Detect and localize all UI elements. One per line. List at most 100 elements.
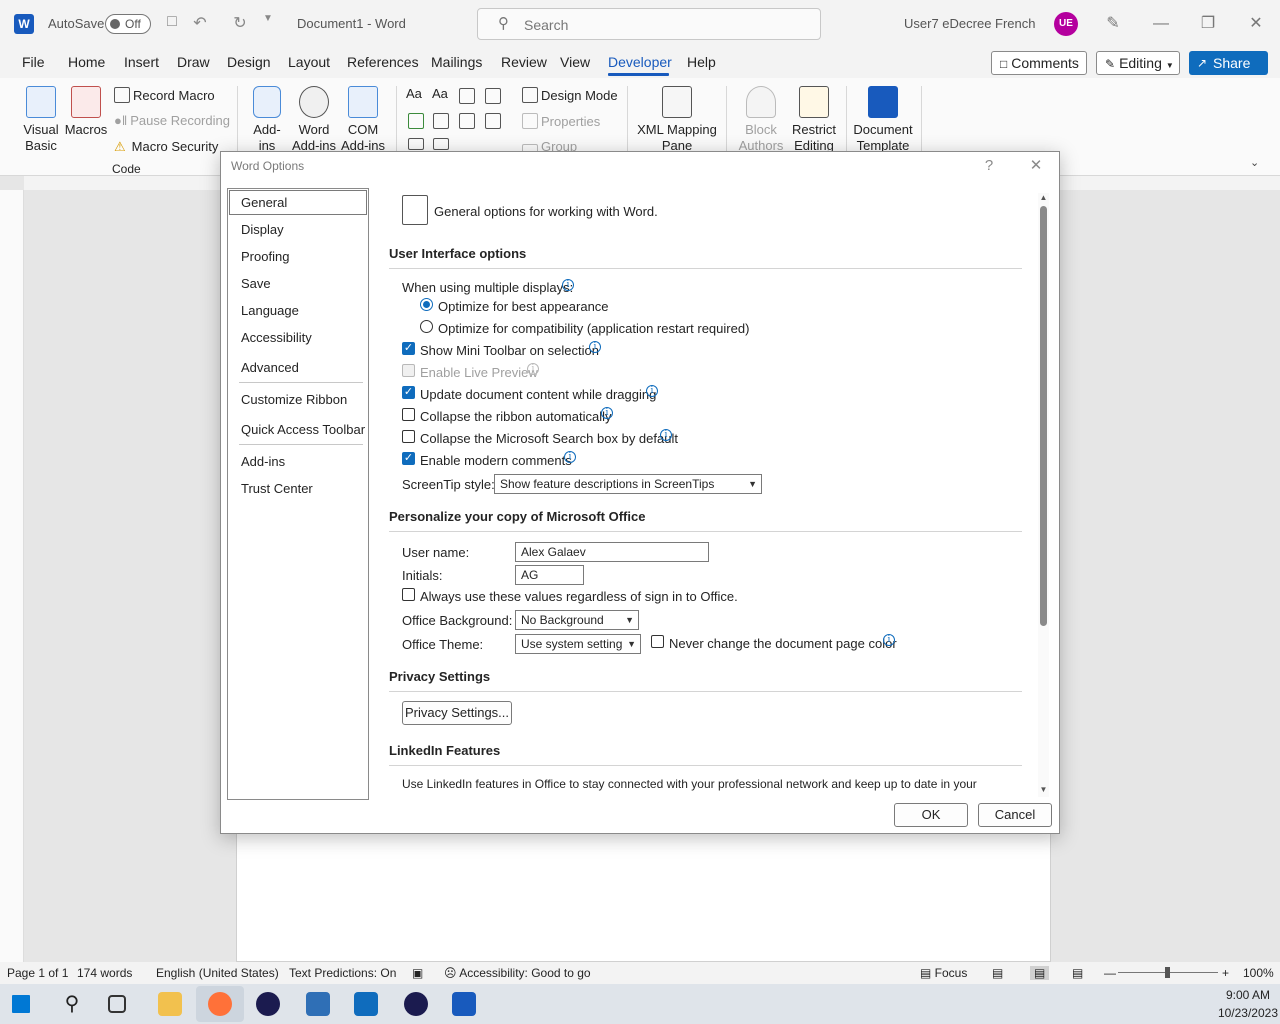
optimize-compat-label[interactable]: Optimize for compatibility (application …: [438, 321, 749, 336]
tab-draw[interactable]: Draw: [177, 54, 210, 70]
nav-trust-center[interactable]: Trust Center: [241, 481, 313, 496]
update-dragging-checkbox[interactable]: ✓: [402, 386, 415, 399]
nav-general[interactable]: General: [241, 195, 287, 210]
username-input[interactable]: Alex Galaev: [515, 542, 709, 562]
powershell-icon[interactable]: [306, 992, 330, 1016]
nav-quick-access-toolbar[interactable]: Quick Access Toolbar: [241, 422, 365, 437]
nav-accessibility[interactable]: Accessibility: [241, 330, 312, 345]
design-mode-button[interactable]: Design Mode: [522, 87, 618, 104]
help-icon[interactable]: ?: [977, 155, 1001, 177]
nav-proofing[interactable]: Proofing: [241, 249, 289, 264]
collapse-ribbon-checkbox[interactable]: [402, 408, 415, 421]
collapse-ribbon-label[interactable]: Collapse the ribbon automatically: [420, 409, 612, 424]
undo-icon[interactable]: ↶: [190, 13, 210, 35]
optimize-best-radio[interactable]: [420, 298, 433, 311]
customize-qat-icon[interactable]: ▼: [258, 13, 278, 35]
cancel-button[interactable]: Cancel: [978, 803, 1052, 827]
nav-save[interactable]: Save: [241, 276, 271, 291]
ok-button[interactable]: OK: [894, 803, 968, 827]
scrollbar-thumb[interactable]: [1040, 206, 1047, 626]
update-dragging-label[interactable]: Update document content while dragging: [420, 387, 656, 402]
tab-view[interactable]: View: [560, 54, 590, 70]
macros-button[interactable]: Macros: [64, 86, 108, 138]
task-view-icon[interactable]: [108, 995, 126, 1013]
collapse-search-label[interactable]: Collapse the Microsoft Search box by def…: [420, 431, 678, 446]
tab-references[interactable]: References: [347, 54, 419, 70]
minimize-icon[interactable]: —: [1146, 12, 1176, 36]
tab-developer[interactable]: Developer: [608, 54, 672, 70]
firefox-icon[interactable]: [208, 992, 232, 1016]
modern-comments-label[interactable]: Enable modern comments: [420, 453, 572, 468]
macro-security-button[interactable]: ⚠ Macro Security: [114, 139, 218, 155]
tab-insert[interactable]: Insert: [124, 54, 159, 70]
com-add-ins-button[interactable]: COM Add-ins: [340, 86, 386, 154]
text-predictions-status[interactable]: Text Predictions: On: [289, 966, 396, 980]
start-icon[interactable]: [12, 995, 30, 1013]
nav-customize-ribbon[interactable]: Customize Ribbon: [241, 392, 347, 407]
webex-icon[interactable]: [256, 992, 280, 1016]
record-macro-button[interactable]: Record Macro: [114, 87, 215, 104]
mini-toolbar-checkbox[interactable]: ✓: [402, 342, 415, 355]
editing-button[interactable]: ✎ Editing ▼: [1096, 51, 1180, 75]
info-icon[interactable]: i: [646, 385, 658, 397]
clock-time[interactable]: 9:00 AM: [1200, 988, 1270, 1002]
word-taskbar-icon[interactable]: [452, 992, 476, 1016]
zoom-level[interactable]: 100%: [1243, 966, 1274, 980]
tab-mailings[interactable]: Mailings: [431, 54, 482, 70]
share-button[interactable]: ↗ Share: [1189, 51, 1268, 75]
user-name[interactable]: User7 eDecree French: [904, 16, 1036, 31]
info-icon[interactable]: i: [564, 451, 576, 463]
nav-advanced[interactable]: Advanced: [241, 360, 299, 375]
web-layout-icon[interactable]: ▤: [1072, 966, 1083, 980]
office-background-dropdown[interactable]: No Background ▼: [515, 610, 639, 630]
save-icon[interactable]: □: [162, 13, 182, 35]
close-window-icon[interactable]: ✕: [1241, 12, 1271, 36]
optimize-best-label[interactable]: Optimize for best appearance: [438, 299, 609, 314]
add-ins-button[interactable]: Add-ins: [250, 86, 284, 154]
tab-help[interactable]: Help: [687, 54, 716, 70]
focus-button[interactable]: ▤ Focus: [920, 966, 967, 980]
zoom-slider-thumb[interactable]: [1165, 967, 1170, 978]
info-icon[interactable]: i: [660, 429, 672, 441]
nav-language[interactable]: Language: [241, 303, 299, 318]
never-change-page-color-checkbox[interactable]: [651, 635, 664, 648]
macro-status-icon[interactable]: ▣: [412, 966, 423, 980]
collapse-search-checkbox[interactable]: [402, 430, 415, 443]
collapse-ribbon-icon[interactable]: ⌄: [1250, 156, 1259, 169]
document-template-button[interactable]: Document Template: [852, 86, 914, 154]
plain-text-control-icon[interactable]: Aa: [432, 86, 448, 101]
info-icon[interactable]: i: [883, 634, 895, 646]
checkbox-control-icon[interactable]: [408, 113, 424, 129]
avatar[interactable]: UE: [1054, 12, 1078, 36]
date-picker-icon[interactable]: [485, 113, 501, 129]
restore-icon[interactable]: ❐: [1193, 12, 1223, 36]
privacy-settings-button[interactable]: Privacy Settings...: [402, 701, 512, 725]
always-use-checkbox[interactable]: [402, 588, 415, 601]
building-block-icon[interactable]: [485, 88, 501, 104]
search-taskbar-icon[interactable]: ⚲: [60, 992, 84, 1016]
tab-layout[interactable]: Layout: [288, 54, 330, 70]
optimize-compat-radio[interactable]: [420, 320, 433, 333]
redo-icon[interactable]: ↻: [230, 13, 250, 35]
info-icon[interactable]: i: [601, 407, 613, 419]
xml-mapping-pane-button[interactable]: XML Mapping Pane: [636, 86, 718, 154]
info-icon[interactable]: i: [589, 341, 601, 353]
dropdown-list-icon[interactable]: [459, 113, 475, 129]
picture-control-icon[interactable]: [459, 88, 475, 104]
nav-display[interactable]: Display: [241, 222, 284, 237]
initials-input[interactable]: AG: [515, 565, 584, 585]
file-explorer-icon[interactable]: [158, 992, 182, 1016]
restrict-editing-button[interactable]: Restrict Editing: [790, 86, 838, 154]
webex-meetings-icon[interactable]: [404, 992, 428, 1016]
repeating-section-icon[interactable]: [408, 138, 424, 150]
word-count[interactable]: 174 words: [77, 966, 132, 980]
pen-icon[interactable]: ✎: [1098, 12, 1128, 36]
rich-text-control-icon[interactable]: Aa: [406, 86, 422, 101]
tab-review[interactable]: Review: [501, 54, 547, 70]
screentip-dropdown[interactable]: Show feature descriptions in ScreenTips …: [494, 474, 762, 494]
info-icon[interactable]: i: [562, 279, 574, 291]
accessibility-status[interactable]: ☹ Accessibility: Good to go: [444, 966, 591, 980]
word-add-ins-button[interactable]: Word Add-ins: [290, 86, 338, 154]
combo-box-icon[interactable]: [433, 113, 449, 129]
outlook-icon[interactable]: [354, 992, 378, 1016]
